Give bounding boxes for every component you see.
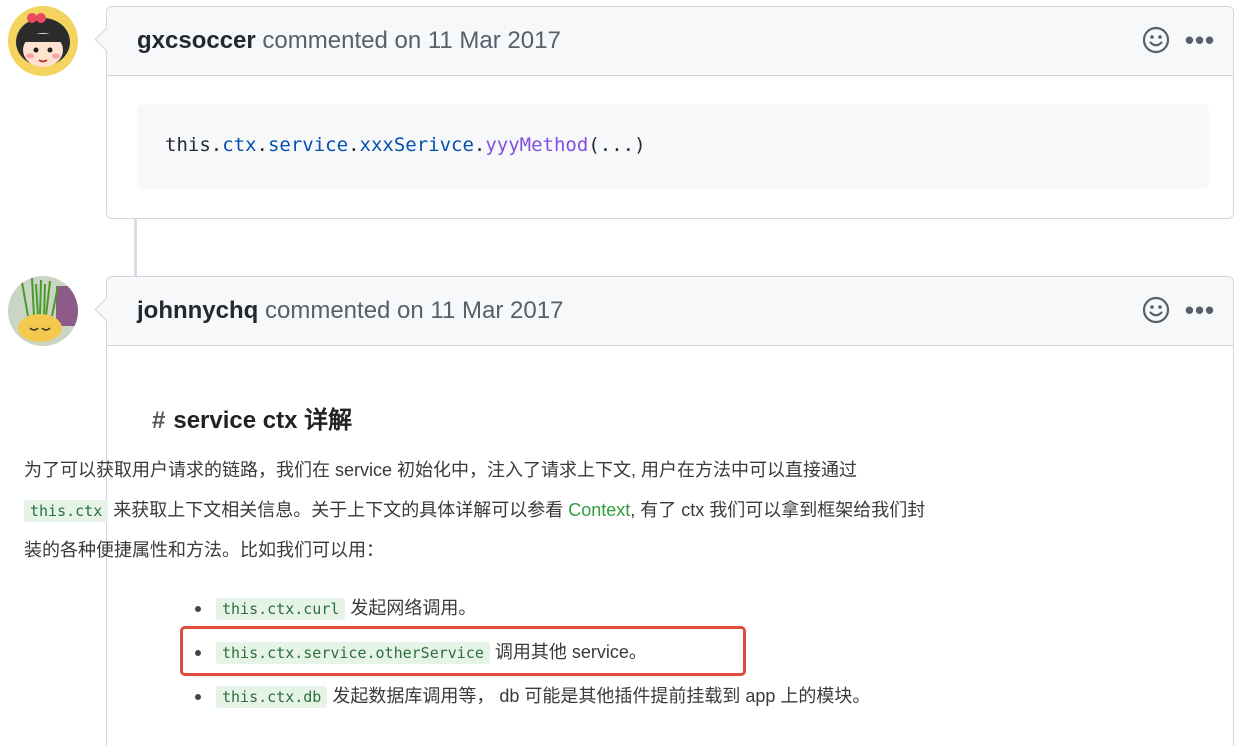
code-token: ctx (222, 134, 257, 156)
comment-header: johnnychq commented on 11 Mar 2017 ••• (94, 277, 1233, 346)
doc-paragraph-line-2: this.ctx 来获取上下文相关信息。关于上下文的具体详解可以参看 Conte… (24, 498, 925, 523)
code-line: this.ctx.service.xxxSerivce.yyyMethod(..… (165, 134, 646, 156)
doc-heading: # service ctx 详解 (152, 400, 352, 435)
heading-text: service ctx 详解 (173, 407, 353, 434)
comment-timestamp[interactable]: commented on 11 Mar 2017 (265, 297, 563, 324)
list-item-text: 发起网络调用。 (345, 598, 477, 618)
kebab-icon[interactable]: ••• (1185, 295, 1215, 325)
avatar-image (8, 6, 78, 76)
list-item: this.ctx.db 发起数据库调用等， db 可能是其他插件提前挂载到 ap… (216, 684, 870, 709)
comment-header: gxcsoccer commented on 11 Mar 2017 ••• (94, 7, 1233, 76)
doc-text: 来获取上下文相关信息。关于上下文的具体详解可以参看 (108, 500, 569, 520)
avatar-gxcsoccer[interactable] (8, 6, 78, 76)
inline-code: this.ctx (24, 500, 109, 522)
bullet-dot (195, 694, 201, 700)
code-token: this. (165, 134, 223, 156)
doc-paragraph-line-1: 为了可以获取用户请求的链路，我们在 service 初始化中，注入了请求上下文,… (24, 460, 858, 480)
highlight-annotation-box (180, 626, 746, 676)
author-link[interactable]: gxcsoccer (137, 27, 256, 54)
code-token: yyyMethod (485, 134, 589, 156)
timeline-connector (134, 218, 137, 278)
inline-code: this.ctx.curl (216, 598, 346, 620)
code-token: xxxSerivce (359, 134, 474, 156)
doc-text: , 有了 ctx 我们可以拿到框架给我们封 (630, 500, 926, 520)
kebab-icon[interactable]: ••• (1185, 25, 1215, 55)
list-item: this.ctx.curl 发起网络调用。 (216, 596, 476, 621)
comment-pointer (94, 27, 119, 52)
code-token: . (473, 134, 486, 156)
smiley-icon[interactable] (1141, 25, 1171, 55)
list-item-text: 发起数据库调用等， db 可能是其他插件提前挂载到 app 上的模块。 (327, 686, 871, 706)
comment-meta: gxcsoccer commented on 11 Mar 2017 (137, 26, 561, 56)
code-block: this.ctx.service.xxxSerivce.yyyMethod(..… (137, 104, 1209, 189)
comment-timestamp[interactable]: commented on 11 Mar 2017 (262, 27, 560, 54)
smiley-icon[interactable] (1141, 295, 1171, 325)
comment-meta: johnnychq commented on 11 Mar 2017 (137, 296, 563, 326)
comment-actions: ••• (1141, 25, 1215, 55)
doc-paragraph-line-3: 装的各种便捷属性和方法。比如我们可以用： (24, 540, 384, 560)
bullet-dot (195, 606, 201, 612)
comment-actions: ••• (1141, 295, 1215, 325)
code-token: . (256, 134, 268, 156)
avatar-johnnychq[interactable] (8, 276, 78, 346)
code-token: service (267, 134, 349, 156)
code-token: (...) (588, 134, 646, 156)
avatar-image (8, 276, 78, 346)
inline-code: this.ctx.db (216, 686, 328, 708)
code-token: . (348, 134, 360, 156)
comment-card-1: gxcsoccer commented on 11 Mar 2017 ••• t… (94, 6, 1234, 219)
context-link[interactable]: Context (568, 500, 630, 520)
heading-hash: # (152, 407, 166, 434)
comment-pointer (94, 297, 119, 322)
author-link[interactable]: johnnychq (137, 297, 258, 324)
